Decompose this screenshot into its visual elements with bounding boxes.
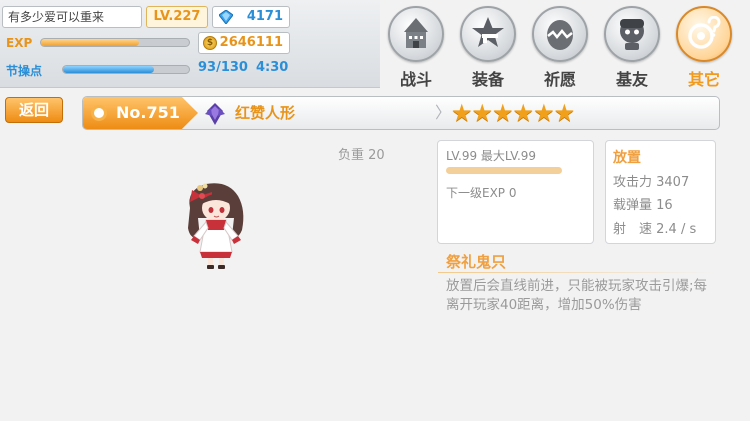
friend-icon — [620, 19, 644, 50]
character-title-bar: No.751 红赞人形 〉 ★★★★★★ — [82, 96, 720, 130]
stamina-bar-fill — [63, 66, 154, 73]
next-level-exp: 下一级EXP 0 — [446, 186, 517, 200]
nav-button-wish[interactable] — [532, 6, 588, 62]
gem-icon — [219, 10, 233, 24]
nav-label-other: 其它 — [687, 70, 720, 89]
skill-description: 放置后会直线前进，只能被玩家攻击引爆;每离开玩家40距离，增加50%伤害 — [446, 278, 708, 313]
nav-label-wish: 祈愿 — [543, 70, 576, 89]
nav-label-battle: 战斗 — [399, 70, 432, 89]
back-button[interactable]: 返回 — [5, 97, 63, 123]
main-nav: 战斗 装备 祈愿 基友 其它 — [384, 2, 750, 89]
gold-counter[interactable]: $ 2646111 — [198, 32, 290, 54]
gem-count: 4171 — [246, 9, 283, 24]
nav-item-battle[interactable]: 战斗 — [384, 2, 448, 89]
stat-type: 放置 — [613, 150, 641, 166]
nav-button-equipment[interactable] — [460, 6, 516, 62]
stamina-label: 节操点 — [6, 64, 43, 78]
stat-panel: 放置 攻击力 3407 载弹量 16 射 速 2.4 / s — [605, 140, 716, 244]
character-sprite — [188, 183, 244, 269]
skill-name: 祭礼鬼只 — [446, 253, 507, 271]
character-name: 红赞人形 — [235, 104, 296, 122]
player-level: LV.227 — [146, 6, 208, 28]
number-tag: No.751 — [83, 97, 198, 129]
nav-item-equipment[interactable]: 装备 — [456, 2, 520, 89]
coin-icon: $ — [203, 36, 217, 50]
nav-button-friends[interactable] — [604, 6, 660, 62]
castle-icon — [404, 18, 428, 48]
nav-item-wish[interactable]: 祈愿 — [528, 2, 592, 89]
rarity-stars: ★★★★★★ — [451, 99, 575, 127]
nav-button-other[interactable] — [676, 6, 732, 62]
ammo-stat: 载弹量 16 — [613, 198, 673, 213]
gold-count: 2646111 — [219, 35, 283, 50]
skill-divider — [438, 272, 714, 273]
character-number: No.751 — [116, 103, 180, 122]
fire-rate-stat: 射 速 2.4 / s — [613, 222, 697, 237]
level-progress-bar — [446, 167, 562, 174]
stamina-timer: 4:30 — [256, 60, 289, 75]
nav-item-friends[interactable]: 基友 — [600, 2, 664, 89]
star-gun-icon — [472, 17, 504, 47]
stamina-value: 93/130 — [198, 60, 248, 75]
stamina-bar — [62, 65, 190, 74]
player-status-panel: 有多少爱可以重来 LV.227 4171 EXP $ 2646111 节操点 9… — [0, 0, 380, 88]
attack-stat: 攻击力 3407 — [613, 175, 690, 190]
crystal-icon — [205, 103, 225, 125]
other-icon — [688, 16, 721, 49]
exp-bar-fill — [41, 39, 139, 46]
nav-button-battle[interactable] — [388, 6, 444, 62]
chevron-right-icon: 〉 — [435, 103, 452, 122]
player-name: 有多少爱可以重来 — [2, 6, 142, 28]
exp-bar — [40, 38, 190, 47]
level-text: LV.99 最大LV.99 — [446, 149, 537, 163]
exp-label: EXP — [6, 36, 33, 50]
egg-icon — [547, 20, 573, 50]
nav-label-equipment: 装备 — [471, 70, 504, 89]
nav-label-friends: 基友 — [615, 70, 648, 89]
nav-item-other[interactable]: 其它 — [672, 2, 736, 89]
weight-label: 负重 20 — [338, 148, 385, 163]
number-dot-icon — [91, 105, 107, 121]
gem-counter[interactable]: 4171 — [212, 6, 290, 28]
level-panel: LV.99 最大LV.99 下一级EXP 0 — [437, 140, 594, 244]
